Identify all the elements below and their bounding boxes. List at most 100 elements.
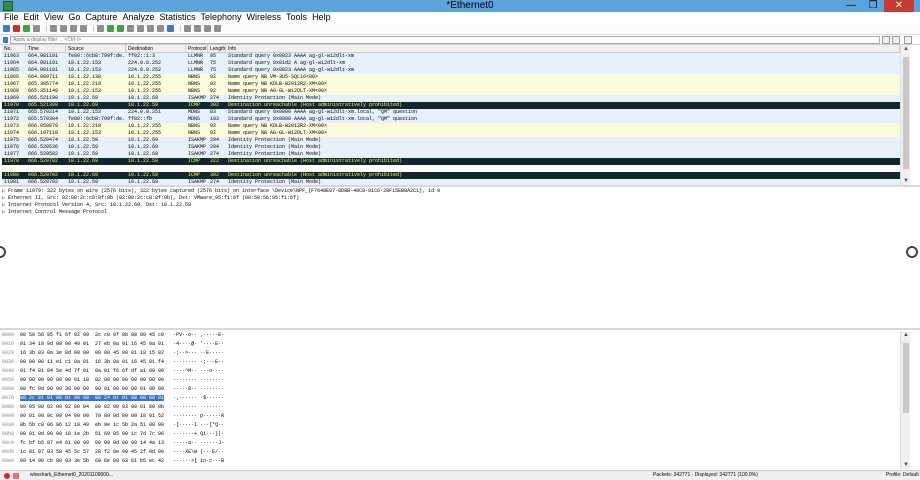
- save-file-icon[interactable]: [60, 25, 67, 32]
- reload-icon[interactable]: [80, 25, 87, 32]
- packet-list-scrollbar[interactable]: ▲ ▼: [900, 45, 910, 185]
- packet-row[interactable]: 11972 665.570304 fe80::6cb8:799f:de... ff02…: [2, 116, 900, 123]
- autoscroll-icon[interactable]: [157, 25, 164, 32]
- go-to-packet-icon[interactable]: [127, 25, 134, 32]
- column-header-length[interactable]: Length: [208, 45, 226, 52]
- packet-row[interactable]: 11965 664.981101 10.1.22.153 224.0.0.252 LLM…: [2, 67, 900, 74]
- scroll-down-icon[interactable]: ▼: [901, 461, 911, 469]
- column-header-protocol[interactable]: Protocol: [186, 45, 208, 52]
- detail-tree-item[interactable]: ▷ Frame 11979: 322 bytes on wire (2576 b…: [2, 188, 900, 195]
- hex-row[interactable]: 0030 00 00 80 11 e1 c1 0a 01 16 3b 0a 01…: [2, 358, 900, 367]
- hex-row[interactable]: 0000 00 50 56 95 f1 6f 02 00 2c c0 0f 0b…: [2, 331, 900, 340]
- detail-tree-item[interactable]: ▷ Internet Control Message Protocol: [2, 209, 900, 216]
- hex-row[interactable]: 00e0 00 14 90 cb 80 93 3e 5b 69 6e 08 63…: [2, 457, 900, 466]
- zoom-in-icon[interactable]: [184, 25, 191, 32]
- hex-ascii: ·····8·· ········: [173, 386, 225, 392]
- packet-row[interactable]: 11964 664.981101 10.1.22.153 224.0.0.252 LLM…: [2, 60, 900, 67]
- hex-row[interactable]: 0060 00 fc 0d 00 00 38 00 00 00 01 00 00…: [2, 385, 900, 394]
- menu-go[interactable]: Go: [64, 12, 81, 23]
- menu-statistics[interactable]: Statistics: [155, 12, 196, 23]
- hex-row[interactable]: 0040 01 f4 01 04 5e 4d 7f 91 0a 01 f6 6f…: [2, 367, 900, 376]
- hex-row[interactable]: 0010 01 34 10 9d 00 00 40 01 27 eb 0a 01…: [2, 340, 900, 349]
- go-back-icon[interactable]: [107, 25, 114, 32]
- packet-row[interactable]: 11973 666.058879 10.1.22.218 10.1.22.255 NBN…: [2, 123, 900, 130]
- scrollbar-thumb[interactable]: [903, 343, 909, 413]
- packet-row[interactable]: 11978 666.520702 10.1.22.69 10.1.22.59 ICMP 3…: [2, 158, 900, 165]
- open-file-icon[interactable]: [50, 25, 57, 32]
- hex-row[interactable]: 0070 00 2c 01 01 00 01 00 00 00 24 01 01…: [2, 394, 900, 403]
- scrollbar-thumb[interactable]: [903, 57, 909, 169]
- packet-row[interactable]: 11968 665.351149 10.1.22.153 10.1.22.255 NBN…: [2, 88, 900, 95]
- pane-splitter[interactable]: [0, 185, 920, 187]
- column-header-time[interactable]: Time: [26, 45, 66, 52]
- menu-tools[interactable]: Tools: [282, 12, 308, 23]
- right-resize-handle[interactable]: [906, 246, 918, 258]
- hex-row[interactable]: 0090 00 01 00 0c 00 04 00 00 70 80 0d 00…: [2, 412, 900, 421]
- start-capture-icon[interactable]: [3, 25, 10, 32]
- scroll-up-icon[interactable]: ▲: [901, 45, 911, 53]
- filter-dropdown-icon[interactable]: [892, 36, 900, 44]
- detail-tree-item[interactable]: ▷ Internet Protocol Version 4, Src: 10.1…: [2, 202, 900, 209]
- detail-ethernet: Ethernet II, Src: 02:00:2c:c0:0f:0b (02:…: [8, 195, 300, 201]
- close-file-icon[interactable]: [70, 25, 77, 32]
- packet-row[interactable]: 11976 666.520536 10.1.22.59 10.1.22.69 ISAKM…: [2, 144, 900, 151]
- last-packet-icon[interactable]: [147, 25, 154, 32]
- capture-comment-icon[interactable]: [13, 473, 19, 479]
- hex-row[interactable]: 0050 00 00 00 00 00 00 01 10 02 00 00 00…: [2, 376, 900, 385]
- minimize-button[interactable]: —: [840, 0, 862, 12]
- detail-tree-item[interactable]: ▷ Ethernet II, Src: 02:00:2c:c0:0f:0b (0…: [2, 195, 900, 202]
- hex-row[interactable]: 00d0 1c 81 07 03 58 45 5c 57 28 f2 0e 99…: [2, 448, 900, 457]
- packet-row[interactable]: 11966 664.989711 10.1.22.138 10.1.22.255 NBN…: [2, 74, 900, 81]
- packet-row[interactable]: 11967 665.305774 10.1.22.218 10.1.22.255 NBN…: [2, 81, 900, 88]
- packet-row[interactable]: 11963 664.981101 fe80::6cb8:799f:de... ff02…: [2, 53, 900, 60]
- hex-row[interactable]: 00c0 fc bf b5 87 e4 61 00 00 00 09 0d 00…: [2, 439, 900, 448]
- menu-telephony[interactable]: Telephony: [196, 12, 242, 23]
- menu-file[interactable]: File: [0, 12, 20, 23]
- pane-splitter[interactable]: [0, 328, 920, 330]
- restore-button[interactable]: ❐: [862, 0, 884, 12]
- close-button[interactable]: ✕: [884, 0, 914, 12]
- bytes-scrollbar[interactable]: ▲ ▼: [900, 331, 910, 469]
- packet-cell-time: 666.520474: [28, 137, 59, 143]
- zoom-normal-icon[interactable]: [204, 25, 211, 32]
- packet-row[interactable]: 11969 665.521198 10.1.22.59 10.1.22.69 ISAKM…: [2, 95, 900, 102]
- scroll-up-icon[interactable]: ▲: [901, 331, 911, 339]
- hex-row[interactable]: 00a0 8b 5b c8 06 96 12 18 49 eb 9e 1c 5b…: [2, 421, 900, 430]
- first-packet-icon[interactable]: [137, 25, 144, 32]
- add-filter-button-icon[interactable]: [904, 36, 912, 44]
- scroll-down-icon[interactable]: ▼: [901, 177, 911, 185]
- expert-info-icon[interactable]: [4, 473, 10, 479]
- zoom-out-icon[interactable]: [194, 25, 201, 32]
- hex-row[interactable]: 0020 16 3b 03 0a 3e 8d 00 00 00 00 45 00…: [2, 349, 900, 358]
- menu-help[interactable]: Help: [308, 12, 332, 23]
- column-header-no[interactable]: No.: [2, 45, 26, 52]
- packet-row[interactable]: 11977 666.520582 10.1.22.59 10.1.22.69 ISAKM…: [2, 151, 900, 158]
- column-header-source[interactable]: Source: [66, 45, 126, 52]
- stop-capture-icon[interactable]: [13, 25, 20, 32]
- menu-wireless[interactable]: Wireless: [243, 12, 283, 23]
- packet-row[interactable]: [2, 165, 900, 172]
- filter-clear-icon[interactable]: [882, 36, 890, 44]
- find-packet-icon[interactable]: [97, 25, 104, 32]
- column-header-destination[interactable]: Destination: [126, 45, 186, 52]
- column-header-info[interactable]: Info: [226, 45, 900, 52]
- resize-columns-icon[interactable]: [214, 25, 221, 32]
- packet-row[interactable]: 11974 666.107110 10.1.22.153 10.1.22.255 NBN…: [2, 130, 900, 137]
- menu-edit[interactable]: Edit: [20, 12, 41, 23]
- profile-label[interactable]: Profile: Default: [886, 471, 919, 480]
- packet-row[interactable]: 11980 666.520702 10.1.22.69 10.1.22.59 ICMP 3…: [2, 172, 900, 179]
- packet-row[interactable]: 11970 665.521399 10.1.22.69 10.1.22.59 ICMP 3…: [2, 102, 900, 109]
- display-filter-input[interactable]: [10, 36, 880, 44]
- go-forward-icon[interactable]: [117, 25, 124, 32]
- hex-row[interactable]: 0080 00 05 80 02 00 02 80 04 00 02 80 03…: [2, 403, 900, 412]
- packet-row[interactable]: 11971 665.570214 10.1.22.153 224.0.0.251 MDN…: [2, 109, 900, 116]
- bookmark-icon[interactable]: [3, 37, 8, 43]
- packet-row[interactable]: 11975 666.520474 10.1.22.59 10.1.22.69 ISAKM…: [2, 137, 900, 144]
- menu-analyze[interactable]: Analyze: [118, 12, 155, 23]
- hex-row[interactable]: 00b0 00 01 0d 00 00 18 1e 2b 51 69 05 99…: [2, 430, 900, 439]
- restart-capture-icon[interactable]: [23, 25, 30, 32]
- menu-view[interactable]: View: [40, 12, 64, 23]
- colorize-icon[interactable]: [167, 25, 174, 32]
- menu-capture[interactable]: Capture: [81, 12, 118, 23]
- capture-options-icon[interactable]: [33, 25, 40, 32]
